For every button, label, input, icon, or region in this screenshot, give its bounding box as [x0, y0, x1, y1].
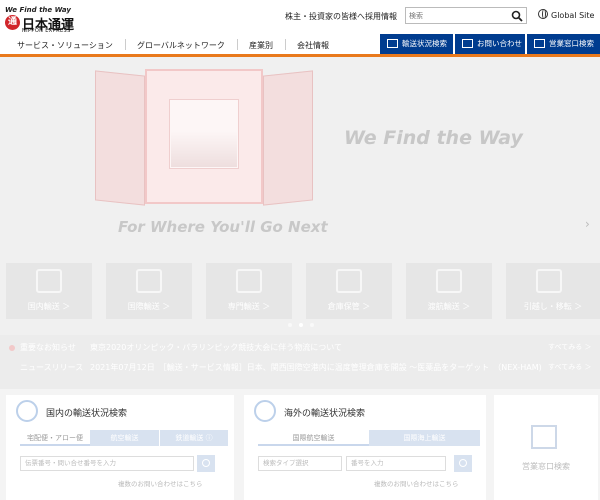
service-card-label: 国際輸送 ＞: [127, 302, 171, 311]
container-door-right: [263, 70, 313, 206]
domestic-title: 国内の輸送状況検索: [46, 409, 128, 419]
service-card-label: 渡航輸送 ＞: [427, 302, 471, 311]
domestic-tracking-input[interactable]: 伝票番号・問い合せ番号を入力: [20, 456, 194, 471]
tracking-label: 輸送状況検索: [402, 39, 447, 48]
service-card-international[interactable]: 国際輸送 ＞: [106, 263, 192, 319]
important-notice-row[interactable]: 重要なお知らせ 東京2020オリンピック・パラリンピック競技大会に伴う物流につい…: [0, 337, 600, 357]
overseas-title: 海外の輸送状況検索: [284, 409, 366, 419]
service-card-warehouse[interactable]: 倉庫保管 ＞: [306, 263, 392, 319]
search-globe-icon: [16, 400, 38, 422]
important-label: 重要なお知らせ: [20, 343, 76, 352]
tab-intl-sea[interactable]: 国際海上輸送: [369, 430, 480, 446]
people-icon: [436, 269, 462, 293]
service-card-label: 倉庫保管 ＞: [327, 302, 371, 311]
contact-label: お問い合わせ: [477, 39, 522, 48]
hero-headline: We Find the Way: [344, 127, 523, 149]
nippon-express-logo[interactable]: We Find the Way 通 日本通運 NIPPON EXPRESS: [5, 6, 85, 34]
logo-seal-icon: 通: [5, 15, 20, 30]
hero-subline: For Where You'll Go Next: [118, 218, 328, 236]
ship-globe-icon: [254, 400, 276, 422]
release-text[interactable]: 2021年07月12日 ［輸送・サービス情報］日本、関西国際空港内に温度管理倉庫…: [90, 362, 542, 373]
important-text[interactable]: 東京2020オリンピック・パラリンピック競技大会に伴う物流について: [90, 342, 342, 353]
slider-next-icon[interactable]: ›: [585, 217, 590, 231]
news-section: 重要なお知らせ 東京2020オリンピック・パラリンピック競技大会に伴う物流につい…: [0, 335, 600, 389]
office-icon: [534, 39, 545, 48]
global-site-link[interactable]: Global Site: [538, 9, 594, 22]
office-search-label: 営業窓口検索: [522, 462, 570, 471]
hero-overlay: We Find the Way For Where You'll Go Next…: [0, 57, 600, 389]
global-site-label: Global Site: [551, 11, 595, 20]
tab-air[interactable]: 航空輸送: [90, 430, 159, 446]
release-more-link[interactable]: すべてみる ＞: [548, 362, 591, 372]
office-search-label: 営業窓口検索: [549, 39, 594, 48]
service-card-moving[interactable]: 引越し・移転 ＞: [506, 263, 600, 319]
crane-icon: [236, 269, 262, 293]
domestic-search-button[interactable]: [197, 455, 215, 472]
nav-industries[interactable]: 産業別: [249, 40, 273, 51]
moving-truck-icon: [536, 269, 562, 293]
container-body: [145, 69, 263, 204]
mail-icon: [462, 39, 473, 48]
service-card-label: 引越し・移転 ＞: [523, 302, 583, 311]
slider-dot[interactable]: [288, 323, 292, 327]
search-icon[interactable]: [511, 10, 523, 22]
service-card-label: 専門輸送 ＞: [227, 302, 271, 311]
service-card-special[interactable]: 専門輸送 ＞: [206, 263, 292, 319]
main-nav: サービス・ソリューション グローバルネットワーク 産業別 会社情報 輸送状況検索…: [0, 34, 600, 57]
warehouse-icon: [336, 269, 362, 293]
tab-intl-air[interactable]: 国際航空輸送: [258, 430, 369, 446]
container-door-left: [95, 70, 145, 206]
recruit-link[interactable]: 採用情報: [365, 11, 397, 22]
search-input[interactable]: [409, 10, 509, 22]
important-more-link[interactable]: すべてみる ＞: [548, 342, 591, 352]
container-illustration: [95, 69, 315, 206]
logo-tagline: We Find the Way: [5, 6, 71, 14]
news-release-row[interactable]: ニュースリリース 2021年07月12日 ［輸送・サービス情報］日本、関西国際空…: [0, 357, 600, 377]
nav-divider: [237, 39, 238, 50]
domestic-tabs: 宅配便・アロー便 航空輸送 鉄道輸送 ⓘ: [20, 430, 228, 446]
globe-route-icon: [136, 269, 162, 293]
nav-services[interactable]: サービス・ソリューション: [17, 40, 113, 51]
nav-global-network[interactable]: グローバルネットワーク: [137, 40, 225, 51]
contact-button[interactable]: お問い合わせ: [455, 34, 525, 54]
overseas-tabs: 国際航空輸送 国際海上輸送: [258, 430, 480, 446]
office-search-button[interactable]: 営業窓口検索: [527, 34, 600, 54]
city-skyline-image: [171, 131, 237, 167]
domestic-multi-link[interactable]: 複数のお問い合わせはこちら: [118, 478, 203, 488]
globe-icon: [538, 9, 548, 19]
overseas-search-button[interactable]: [454, 455, 472, 472]
overseas-tracking-panel: 海外の輸送状況検索 国際航空輸送 国際海上輸送 検索タイプ選択 番号を入力 複数…: [244, 395, 486, 500]
office-search-panel[interactable]: 営業窓口検索: [494, 395, 598, 500]
slider-dot[interactable]: [310, 323, 314, 327]
office-building-icon: [531, 425, 557, 449]
nav-divider: [125, 39, 126, 50]
investors-link[interactable]: 株主・投資家の皆様へ: [285, 11, 365, 22]
tracking-button[interactable]: 輸送状況検索: [380, 34, 453, 54]
release-label: ニュースリリース: [20, 363, 84, 372]
slider-dot-active[interactable]: [299, 323, 303, 327]
service-card-travel[interactable]: 渡航輸送 ＞: [406, 263, 492, 319]
pallet-icon: [36, 269, 62, 293]
header: We Find the Way 通 日本通運 NIPPON EXPRESS 株主…: [0, 0, 600, 34]
tab-rail[interactable]: 鉄道輸送 ⓘ: [159, 430, 228, 446]
truck-icon: [387, 39, 398, 48]
tracking-panels: 国内の輸送状況検索 宅配便・アロー便 航空輸送 鉄道輸送 ⓘ 伝票番号・問い合せ…: [0, 389, 600, 500]
alert-dot-icon: [9, 345, 15, 351]
search-box: [405, 7, 527, 24]
service-card-label: 国内輸送 ＞: [27, 302, 71, 311]
nav-divider: [285, 39, 286, 50]
overseas-multi-link[interactable]: 複数のお問い合わせはこちら: [374, 478, 459, 488]
search-type-select[interactable]: 検索タイプ選択: [258, 456, 342, 471]
overseas-tracking-input[interactable]: 番号を入力: [346, 456, 446, 471]
domestic-tracking-panel: 国内の輸送状況検索 宅配便・アロー便 航空輸送 鉄道輸送 ⓘ 伝票番号・問い合せ…: [6, 395, 234, 500]
nav-company[interactable]: 会社情報: [297, 40, 329, 51]
tab-parcel[interactable]: 宅配便・アロー便: [20, 430, 90, 446]
service-card-domestic[interactable]: 国内輸送 ＞: [6, 263, 92, 319]
